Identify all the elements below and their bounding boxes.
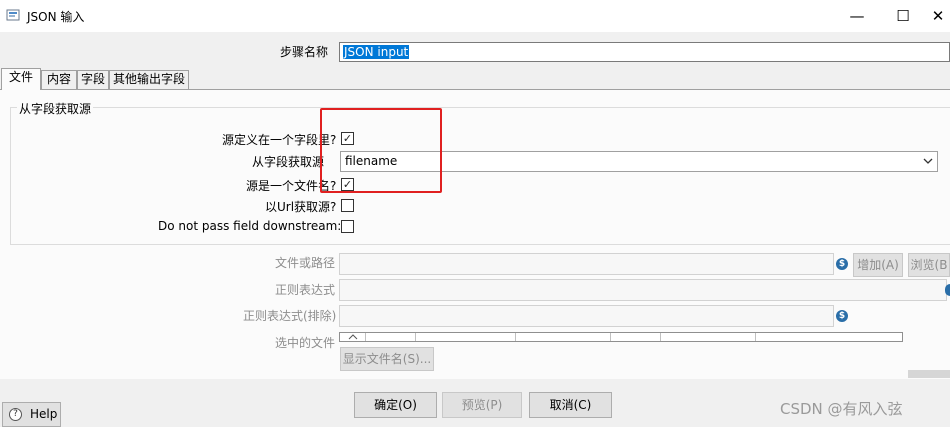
variable-icon: $ bbox=[836, 258, 848, 270]
title-bar: JSON 输入 — ☐ ✕ bbox=[0, 0, 950, 32]
source-group-box bbox=[10, 107, 950, 245]
minimize-icon[interactable]: — bbox=[834, 0, 880, 32]
json-input-step-icon bbox=[6, 9, 20, 21]
column-separator bbox=[610, 333, 611, 341]
ok-button[interactable]: 确定(O) bbox=[354, 392, 437, 418]
tab-fields[interactable]: 字段 bbox=[77, 70, 109, 89]
variable-icon bbox=[945, 284, 950, 296]
window-title: JSON 输入 bbox=[27, 10, 85, 24]
source-field-label: 从字段获取源 bbox=[252, 155, 325, 169]
file-or-dir-label: 文件或路径 bbox=[275, 256, 336, 270]
column-separator bbox=[415, 333, 416, 341]
do-not-pass-field-label: Do not pass field downstream: bbox=[158, 219, 342, 233]
tab-file[interactable]: 文件 bbox=[1, 68, 41, 90]
maximize-icon[interactable]: ☐ bbox=[880, 0, 926, 32]
column-separator bbox=[755, 333, 756, 341]
step-name-label: 步骤名称 bbox=[280, 45, 329, 59]
column-separator bbox=[365, 333, 366, 341]
chevron-down-icon[interactable] bbox=[923, 157, 933, 165]
show-filenames-button[interactable]: 显示文件名(S)... bbox=[340, 347, 434, 371]
tab-content[interactable]: 内容 bbox=[41, 70, 77, 89]
step-name-input[interactable]: JSON input bbox=[339, 42, 950, 62]
variable-icon: $ bbox=[836, 310, 848, 322]
preview-button[interactable]: 预览(P) bbox=[442, 392, 522, 418]
do-not-pass-field-checkbox[interactable] bbox=[341, 220, 354, 233]
regex-exclude-input[interactable] bbox=[339, 305, 834, 327]
regex-input[interactable] bbox=[339, 279, 947, 301]
selected-files-table[interactable] bbox=[339, 332, 903, 342]
read-url-label: 以Url获取源? bbox=[265, 200, 337, 214]
browse-button[interactable]: 浏览(B bbox=[908, 253, 950, 277]
scrollbar[interactable] bbox=[908, 370, 950, 378]
column-separator bbox=[515, 333, 516, 341]
column-separator bbox=[660, 333, 661, 341]
regex-label: 正则表达式 bbox=[275, 283, 336, 297]
help-icon: ? bbox=[9, 408, 22, 421]
sort-up-icon[interactable] bbox=[348, 334, 358, 340]
source-group-title: 从字段获取源 bbox=[17, 100, 94, 117]
step-name-value: JSON input bbox=[343, 45, 410, 59]
watermark: CSDN @有风入弦 bbox=[780, 400, 903, 418]
selected-files-label: 选中的文件 bbox=[275, 336, 336, 350]
help-button[interactable]: ? Help bbox=[2, 402, 61, 427]
regex-exclude-label: 正则表达式(排除) bbox=[243, 309, 337, 323]
file-or-dir-input[interactable] bbox=[339, 253, 834, 275]
close-icon[interactable]: ✕ bbox=[926, 0, 950, 32]
add-file-button[interactable]: 增加(A) bbox=[853, 253, 903, 277]
cancel-button[interactable]: 取消(C) bbox=[529, 392, 612, 418]
annotation-highlight-box bbox=[320, 108, 442, 193]
read-url-checkbox[interactable] bbox=[341, 199, 354, 212]
help-label: Help bbox=[30, 407, 58, 421]
tab-additional-output-fields[interactable]: 其他输出字段 bbox=[109, 70, 189, 89]
